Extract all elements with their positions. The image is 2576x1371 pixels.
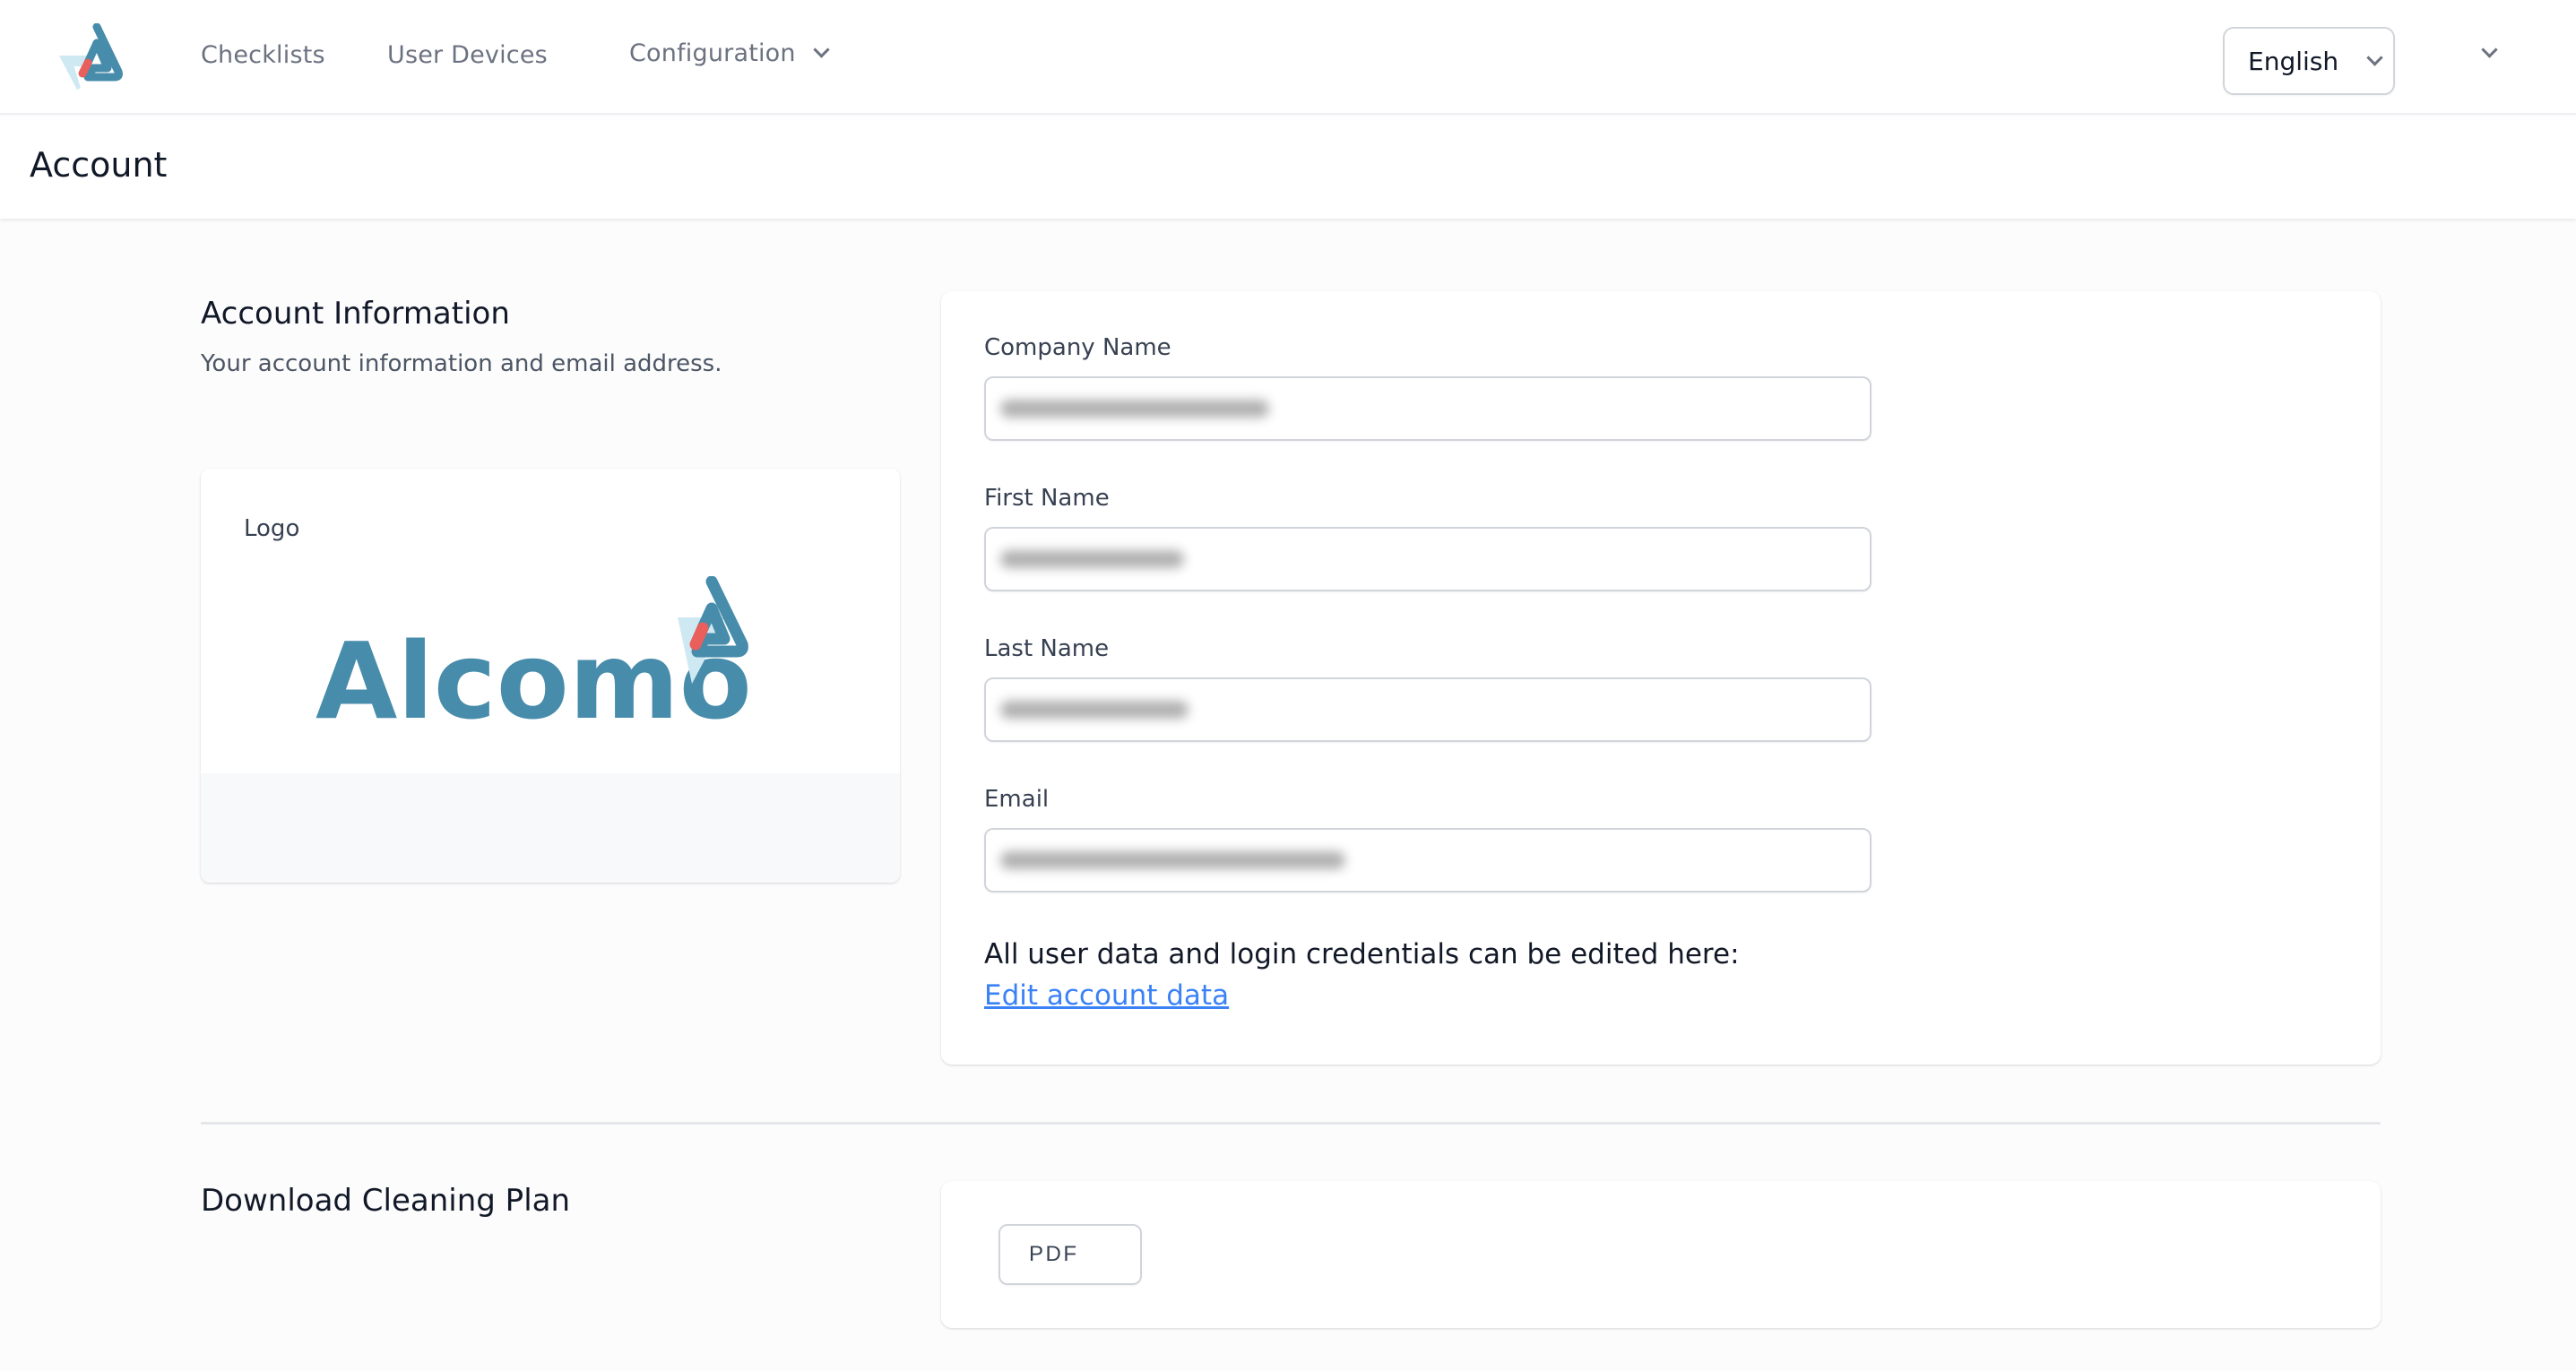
language-select[interactable]: English <box>2223 27 2395 95</box>
account-information-description: Your account information and email addre… <box>201 350 722 377</box>
edit-account-note: All user data and login credentials can … <box>984 938 1740 970</box>
nav-configuration-label: Configuration <box>629 39 796 67</box>
nav-checklists[interactable]: Checklists <box>201 41 325 69</box>
account-form-card: Company Name First Name Last Name Email … <box>941 291 2381 1065</box>
company-logo-image: Alcomo <box>316 576 752 729</box>
account-information-title: Account Information <box>201 296 510 332</box>
company-name-label: Company Name <box>984 334 1171 361</box>
blurred-value <box>1000 400 1269 418</box>
email-input[interactable] <box>984 828 1871 892</box>
company-name-input[interactable] <box>984 376 1871 441</box>
first-name-input[interactable] <box>984 527 1871 591</box>
nav-configuration[interactable]: Configuration <box>629 39 830 67</box>
nav-user-devices[interactable]: User Devices <box>387 41 548 69</box>
alcomo-logo-icon[interactable] <box>56 23 127 91</box>
page-header: Account <box>0 116 2576 219</box>
logo-card-footer: DELETE <box>201 773 900 883</box>
edit-account-data-link[interactable]: Edit account data <box>984 979 1229 1012</box>
chevron-down-icon <box>2480 40 2498 58</box>
last-name-label: Last Name <box>984 635 1110 662</box>
section-divider <box>201 1122 2381 1125</box>
last-name-input[interactable] <box>984 677 1871 742</box>
blurred-value <box>1000 851 1345 869</box>
first-name-label: First Name <box>984 485 1110 512</box>
blurred-value <box>1000 550 1184 568</box>
top-navigation: Checklists User Devices Configuration En… <box>0 0 2576 115</box>
chevron-down-icon <box>813 41 830 58</box>
download-card: PDF <box>941 1181 2381 1328</box>
blurred-value <box>1000 701 1189 719</box>
page-title: Account <box>30 145 168 185</box>
chevron-down-icon <box>2366 48 2383 66</box>
download-cleaning-plan-title: Download Cleaning Plan <box>201 1183 571 1219</box>
download-pdf-button[interactable]: PDF <box>998 1224 1142 1285</box>
logo-label: Logo <box>244 515 300 542</box>
user-menu-toggle[interactable] <box>2476 39 2503 66</box>
logo-card: Logo Alcomo DELETE <box>201 469 900 883</box>
email-label: Email <box>984 786 1050 813</box>
language-select-value: English <box>2248 46 2339 76</box>
